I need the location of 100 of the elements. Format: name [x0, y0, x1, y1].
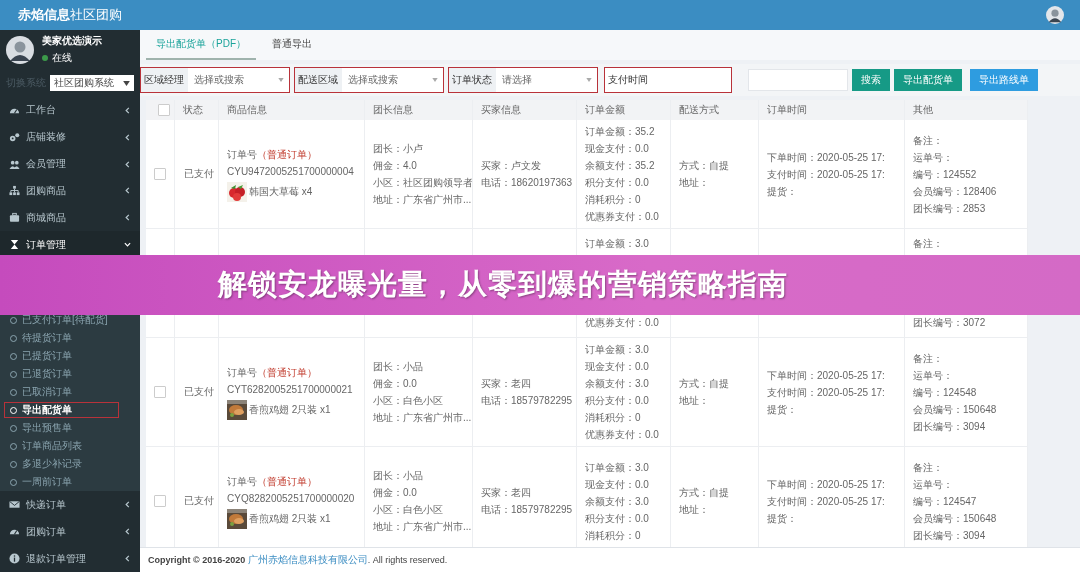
row-checkbox[interactable]: [154, 386, 166, 398]
tab[interactable]: 普通导出: [262, 30, 322, 60]
cell-text: 运单号：: [913, 150, 954, 165]
submenu-item[interactable]: 一周前订单: [0, 473, 140, 492]
cell-text: 现金支付：0.0: [585, 477, 650, 492]
cell-text: 地址：广东省广州市...: [373, 520, 472, 534]
row-checkbox[interactable]: [154, 168, 166, 180]
cell-text: 运单号：: [913, 477, 954, 492]
column-header: 订单金额: [585, 103, 626, 117]
menu-item[interactable]: 工作台: [0, 96, 140, 124]
submenu-item[interactable]: 已取消订单: [0, 383, 140, 402]
chevron-icon: [124, 133, 131, 141]
menu-item[interactable]: 快递订单: [0, 491, 140, 519]
menu-item[interactable]: 团购商品: [0, 177, 140, 205]
info-icon: [9, 553, 20, 565]
submenu-item[interactable]: 已退货订单: [0, 365, 140, 384]
cell-text: 提货：: [767, 511, 798, 526]
chevron-icon: [124, 555, 131, 563]
cell-text: 订单金额：3.0: [585, 343, 650, 357]
order-number: CYT6282005251700000021: [227, 383, 354, 397]
cell-text: 小区：白色小区: [373, 394, 444, 408]
cell-text: 地址：广东省广州市...: [373, 193, 472, 207]
menu-item[interactable]: 退款订单管理: [0, 545, 140, 572]
menu-item[interactable]: 商城商品: [0, 204, 140, 232]
cell-text: 余额支付：3.0: [585, 377, 650, 391]
dropdown-arrow-icon: [123, 80, 130, 86]
cell-text: 备注：: [913, 460, 944, 475]
cell-text: 消耗积分：0: [585, 411, 642, 425]
cell-text: 团长：小品: [373, 360, 424, 374]
row-checkbox[interactable]: [154, 495, 166, 507]
cell-text: 电话：18579782295: [481, 503, 574, 517]
menu-item[interactable]: 团购订单: [0, 518, 140, 546]
cell-text: 团长：小卢: [373, 142, 424, 156]
submenu-item[interactable]: 已提货订单: [0, 347, 140, 366]
dropdown-arrow-icon: [278, 78, 284, 82]
menu-item[interactable]: 店铺装修: [0, 123, 140, 151]
cell-text: 团长：小品: [373, 469, 424, 483]
status-text: 已支付: [184, 385, 215, 399]
cell-text: 余额支付：35.2: [585, 159, 656, 173]
order-type-text: 订单号（普通订单）: [227, 148, 318, 162]
chevron-icon: [124, 501, 131, 509]
cell-text: 电话：18579782295: [481, 394, 574, 408]
cell-text: 团长编号：2853: [913, 201, 987, 216]
cell-text: 优惠券支付：0.0: [585, 316, 660, 330]
system-select[interactable]: 社区团购系统: [50, 75, 134, 92]
cell-text: 提货：: [767, 402, 798, 417]
user-name: 美家优选演示: [42, 34, 102, 49]
select-field[interactable]: 区域经理 选择或搜索: [140, 67, 290, 93]
product-name: 香煎鸡翅 2只装 x1: [249, 403, 331, 417]
cell-text: 方式：自提: [679, 377, 730, 391]
cell-text: 优惠券支付：0.0: [585, 210, 660, 224]
select-field[interactable]: 订单状态 请选择: [448, 67, 598, 93]
column-header: 团长信息: [373, 103, 414, 117]
column-header: 配送方式: [679, 103, 720, 117]
action-button[interactable]: 导出配货单: [894, 69, 962, 91]
account-avatar[interactable]: [1046, 6, 1064, 24]
cell-text: 团长编号：3094: [913, 528, 987, 543]
order-type-text: 订单号（普通订单）: [227, 366, 318, 380]
cell-text: 佣金：4.0: [373, 159, 418, 173]
submenu-item[interactable]: 导出预售单: [0, 419, 140, 438]
envelope-icon: [9, 499, 20, 511]
cell-text: 下单时间：2020-05-25 17:: [767, 368, 886, 383]
brand-logo: 赤焰信息社区团购: [0, 0, 140, 30]
text-field[interactable]: [748, 69, 848, 91]
cell-text: 积分支付：0.0: [585, 394, 650, 408]
company-link[interactable]: 广州赤焰信息科技有限公司: [247, 554, 368, 565]
column-header: 状态: [183, 103, 204, 117]
column-header: 订单时间: [767, 103, 808, 117]
submenu-item[interactable]: 多退少补记录: [0, 455, 140, 474]
date-field[interactable]: 支付时间: [604, 67, 732, 93]
submenu-item[interactable]: 订单商品列表: [0, 437, 140, 456]
submenu-item[interactable]: 已支付订单[待配货]: [0, 311, 140, 330]
column-header: 商品信息: [227, 103, 268, 117]
cell-text: 方式：自提: [679, 159, 730, 173]
select-field[interactable]: 配送区域 选择或搜索: [294, 67, 444, 93]
cell-text: 佣金：0.0: [373, 486, 418, 500]
menu-item[interactable]: 会员管理: [0, 150, 140, 178]
select-all-checkbox[interactable]: [158, 104, 170, 116]
chevron-icon: [124, 187, 131, 195]
dropdown-arrow-icon: [586, 78, 592, 82]
cell-text: 地址：广东省广州市...: [373, 411, 472, 425]
cell-text: 佣金：0.0: [373, 377, 418, 391]
users-icon: [9, 158, 20, 170]
cell-text: 买家：老四: [481, 377, 532, 391]
cell-text: 团长编号：3094: [913, 419, 987, 434]
hourglass-icon: [9, 239, 20, 251]
chevron-icon: [124, 160, 131, 168]
cell-text: 编号：124552: [913, 167, 978, 182]
submenu-item[interactable]: 待提货订单: [0, 329, 140, 348]
action-button[interactable]: 搜索: [852, 69, 890, 91]
cell-text: 订单金额：35.2: [585, 125, 656, 139]
cell-text: 提货：: [767, 184, 798, 199]
user-avatar: [6, 35, 34, 64]
submenu-item[interactable]: 导出配货单: [3, 401, 120, 420]
cell-text: 备注：: [913, 351, 944, 366]
cell-text: 会员编号：128406: [913, 184, 998, 199]
column-header: 其他: [913, 103, 934, 117]
chevron-icon: [124, 106, 131, 114]
product-name: 香煎鸡翅 2只装 x1: [249, 512, 331, 526]
cell-text: 消耗积分：0: [585, 528, 642, 543]
